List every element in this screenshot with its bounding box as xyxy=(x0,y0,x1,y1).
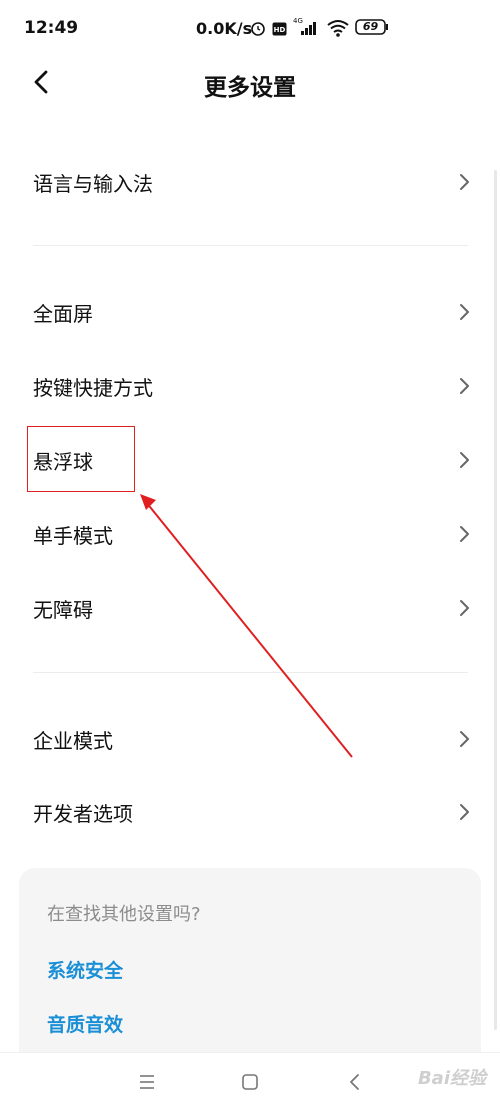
nav-back-button[interactable] xyxy=(340,1067,370,1097)
section-divider xyxy=(33,672,468,673)
chevron-right-icon xyxy=(460,452,469,468)
settings-item-one-handed-mode[interactable]: 单手模式 xyxy=(0,504,500,564)
settings-item-label: 开发者选项 xyxy=(33,802,133,826)
settings-item-label: 单手模式 xyxy=(33,524,113,548)
home-button[interactable] xyxy=(235,1067,265,1097)
annotation-highlight-box xyxy=(27,426,135,492)
suggestion-card: 在查找其他设置吗? 系统安全 音质音效 xyxy=(19,868,481,1068)
suggestion-title: 在查找其他设置吗? xyxy=(47,904,201,925)
chevron-right-icon xyxy=(460,731,469,747)
suggestion-link-system-security[interactable]: 系统安全 xyxy=(47,956,123,983)
settings-item-label: 全面屏 xyxy=(33,302,93,326)
battery-level: 69 xyxy=(362,20,379,33)
chevron-right-icon xyxy=(460,804,469,820)
settings-item-full-screen[interactable]: 全面屏 xyxy=(0,282,500,342)
status-bar: 12:49 0.0K/s HD 4G 69 xyxy=(0,0,500,60)
status-time: 12:49 xyxy=(24,18,79,38)
chevron-right-icon xyxy=(460,526,469,542)
settings-item-button-shortcuts[interactable]: 按键快捷方式 xyxy=(0,356,500,416)
battery-icon: 69 xyxy=(355,19,389,35)
signal-icon xyxy=(293,20,319,40)
chevron-right-icon xyxy=(460,600,469,616)
settings-item-label: 企业模式 xyxy=(33,729,113,753)
home-icon xyxy=(242,1074,258,1090)
settings-item-developer-options[interactable]: 开发者选项 xyxy=(0,782,500,842)
net-speed: 0.0K/s xyxy=(196,19,253,38)
settings-item-label: 无障碍 xyxy=(33,598,93,622)
svg-text:HD: HD xyxy=(274,26,286,34)
hd-icon: HD xyxy=(272,21,287,40)
settings-item-accessibility[interactable]: 无障碍 xyxy=(0,578,500,638)
chevron-right-icon xyxy=(460,304,469,320)
back-icon xyxy=(350,1074,359,1090)
page-title: 更多设置 xyxy=(204,75,296,101)
settings-item-language-input[interactable]: 语言与输入法 xyxy=(0,152,500,212)
settings-item-label: 语言与输入法 xyxy=(33,172,153,196)
settings-item-enterprise-mode[interactable]: 企业模式 xyxy=(0,709,500,769)
chevron-right-icon xyxy=(460,174,469,190)
settings-item-label: 按键快捷方式 xyxy=(33,376,153,400)
chevron-right-icon xyxy=(460,378,469,394)
alarm-icon xyxy=(250,20,266,40)
menu-button[interactable] xyxy=(132,1067,162,1097)
header: 更多设置 xyxy=(0,60,500,104)
section-divider xyxy=(33,245,468,246)
suggestion-link-sound-effects[interactable]: 音质音效 xyxy=(47,1010,123,1037)
scrollbar[interactable] xyxy=(494,170,497,1030)
watermark: Bai经验 xyxy=(417,1068,486,1089)
wifi-icon xyxy=(326,19,350,41)
menu-icon xyxy=(140,1075,154,1089)
